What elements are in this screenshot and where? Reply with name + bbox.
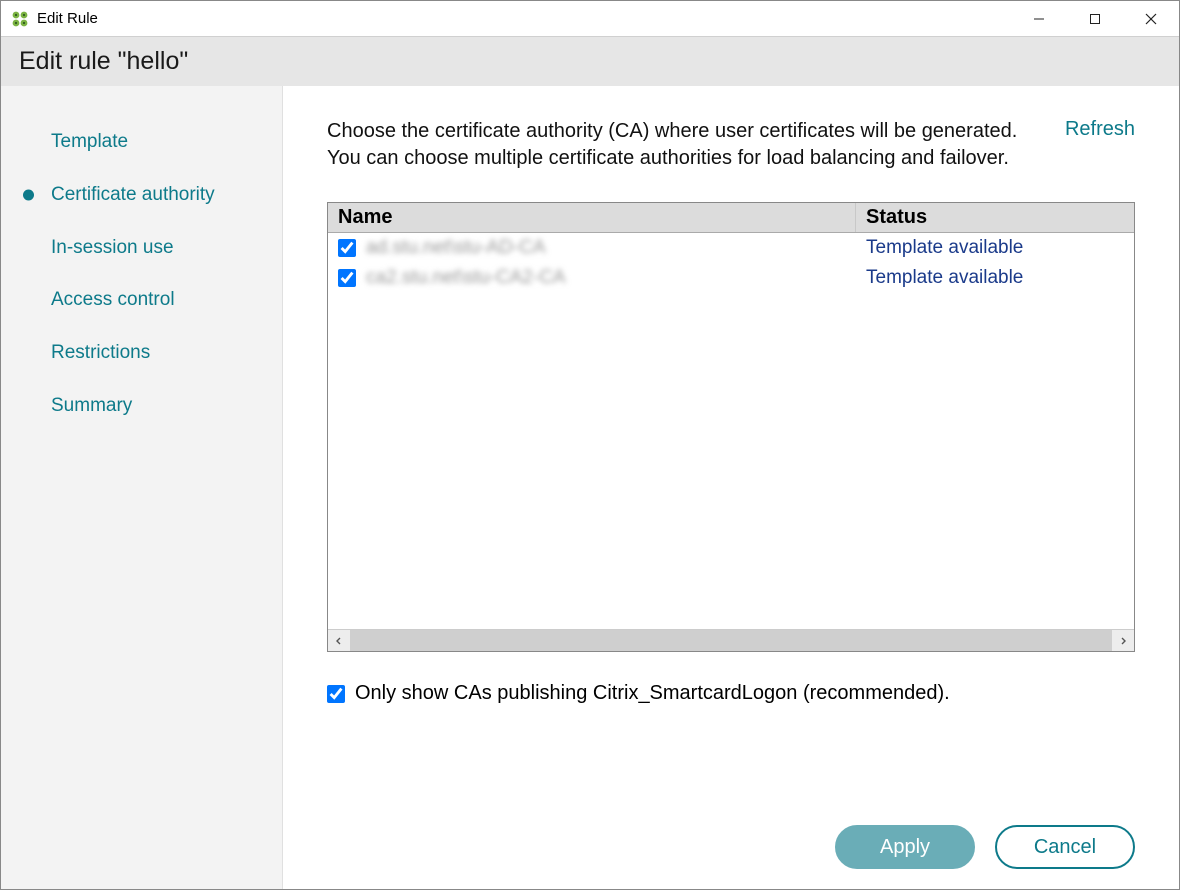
- sidebar-item-access-control[interactable]: Access control: [1, 274, 282, 327]
- filter-row: Only show CAs publishing Citrix_Smartcar…: [327, 682, 1135, 705]
- ca-name: ad.stu.net\stu-AD-CA: [366, 237, 546, 259]
- cell-status: Template available: [856, 267, 1134, 289]
- ca-table: Name Status ad.stu.net\stu-AD-CA Templat…: [327, 202, 1135, 652]
- description-row: Choose the certificate authority (CA) wh…: [327, 118, 1135, 172]
- window-title: Edit Rule: [37, 10, 98, 27]
- sidebar-item-restrictions[interactable]: Restrictions: [1, 327, 282, 380]
- page-title: Edit rule "hello": [19, 47, 188, 75]
- minimize-button[interactable]: [1011, 1, 1067, 37]
- sidebar: Template Certificate authority In-sessio…: [1, 86, 283, 889]
- sidebar-item-label: In-session use: [51, 237, 174, 258]
- cell-name: ca2.stu.net\stu-CA2-CA: [328, 267, 856, 289]
- close-button[interactable]: [1123, 1, 1179, 37]
- maximize-button[interactable]: [1067, 1, 1123, 37]
- sidebar-item-label: Restrictions: [51, 342, 150, 363]
- page-header: Edit rule "hello": [1, 37, 1179, 86]
- sidebar-item-in-session-use[interactable]: In-session use: [1, 222, 282, 275]
- sidebar-item-template[interactable]: Template: [1, 116, 282, 169]
- row-checkbox[interactable]: [338, 269, 356, 287]
- titlebar: Edit Rule: [1, 1, 1179, 37]
- row-checkbox[interactable]: [338, 239, 356, 257]
- table-header-status[interactable]: Status: [856, 203, 1134, 232]
- sidebar-item-label: Certificate authority: [51, 184, 215, 205]
- cancel-button[interactable]: Cancel: [995, 825, 1135, 869]
- sidebar-item-label: Access control: [51, 289, 175, 310]
- titlebar-controls: [1011, 1, 1179, 37]
- content-pane: Choose the certificate authority (CA) wh…: [283, 86, 1179, 889]
- table-header: Name Status: [328, 203, 1134, 233]
- cell-status: Template available: [856, 237, 1134, 259]
- table-row[interactable]: ad.stu.net\stu-AD-CA Template available: [328, 233, 1134, 263]
- refresh-link[interactable]: Refresh: [1065, 118, 1135, 141]
- sidebar-item-summary[interactable]: Summary: [1, 380, 282, 433]
- table-body: ad.stu.net\stu-AD-CA Template available …: [328, 233, 1134, 629]
- body: Template Certificate authority In-sessio…: [1, 86, 1179, 889]
- table-header-name[interactable]: Name: [328, 203, 856, 232]
- sidebar-item-label: Summary: [51, 395, 132, 416]
- filter-checkbox[interactable]: [327, 685, 345, 703]
- table-row[interactable]: ca2.stu.net\stu-CA2-CA Template availabl…: [328, 263, 1134, 293]
- sidebar-item-certificate-authority[interactable]: Certificate authority: [1, 169, 282, 222]
- app-icon: [11, 10, 29, 28]
- apply-button[interactable]: Apply: [835, 825, 975, 869]
- filter-label: Only show CAs publishing Citrix_Smartcar…: [355, 682, 950, 705]
- description-text: Choose the certificate authority (CA) wh…: [327, 118, 1035, 172]
- horizontal-scrollbar[interactable]: [328, 629, 1134, 651]
- sidebar-item-label: Template: [51, 131, 128, 152]
- scroll-track[interactable]: [350, 630, 1112, 651]
- scroll-right-button[interactable]: [1112, 630, 1134, 651]
- window: Edit Rule Edit rule "hello" Template Cer…: [0, 0, 1180, 890]
- cell-name: ad.stu.net\stu-AD-CA: [328, 237, 856, 259]
- footer: Apply Cancel: [327, 795, 1135, 869]
- ca-name: ca2.stu.net\stu-CA2-CA: [366, 267, 566, 289]
- scroll-left-button[interactable]: [328, 630, 350, 651]
